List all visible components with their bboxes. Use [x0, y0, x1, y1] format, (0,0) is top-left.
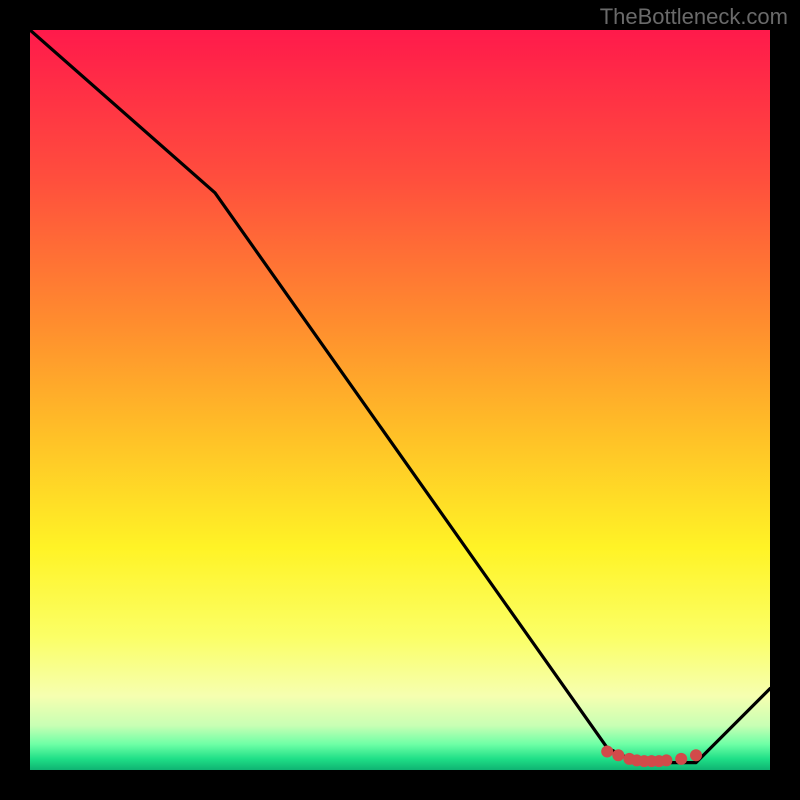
- chart-marker: [690, 749, 702, 761]
- chart-marker: [612, 749, 624, 761]
- chart-line: [30, 30, 770, 763]
- chart-marker: [660, 754, 672, 766]
- chart-marker: [675, 753, 687, 765]
- chart-marker: [601, 746, 613, 758]
- watermark-text: TheBottleneck.com: [600, 4, 788, 30]
- chart-area: [30, 30, 770, 770]
- chart-curve-layer: [30, 30, 770, 770]
